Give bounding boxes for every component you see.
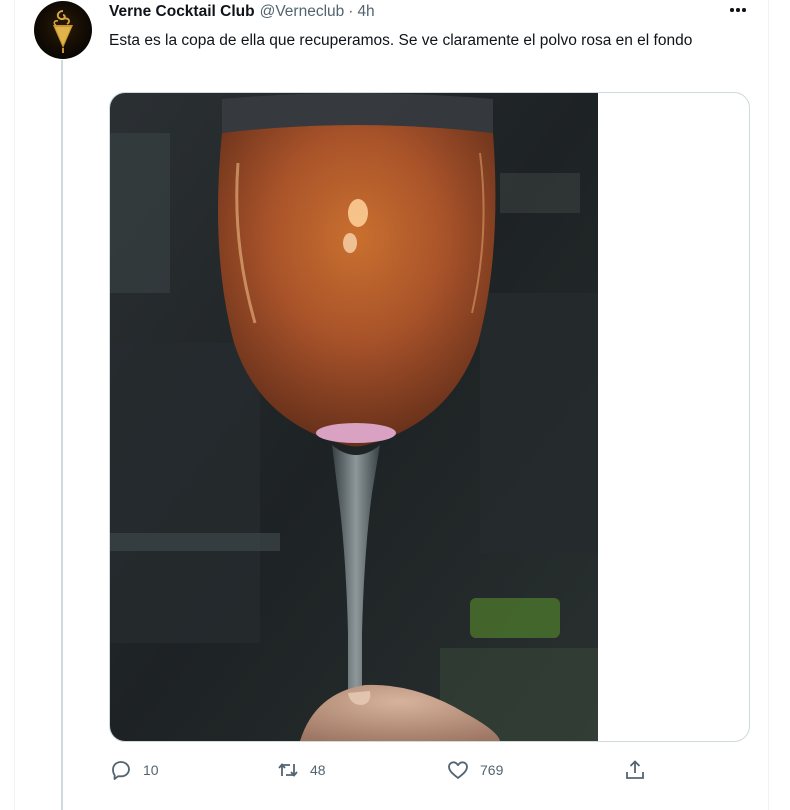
more-dot-icon — [730, 8, 734, 12]
more-options-button[interactable] — [727, 0, 749, 20]
reply-count: 10 — [143, 762, 159, 778]
tweet-photo[interactable] — [110, 93, 598, 741]
tweet-actions: 10 48 769 — [109, 757, 669, 783]
author-display-name[interactable]: Verne Cocktail Club — [109, 3, 255, 21]
avatar[interactable] — [34, 1, 92, 59]
tweet-text: Esta es la copa de ella que recuperamos.… — [109, 32, 693, 49]
reply-icon — [112, 761, 130, 780]
heart-icon — [448, 761, 468, 779]
tweet-media[interactable] — [109, 92, 750, 742]
retweet-button[interactable]: 48 — [276, 757, 326, 783]
retweet-count: 48 — [310, 762, 326, 778]
thread-connector-line — [61, 60, 63, 810]
like-count: 769 — [480, 762, 504, 778]
photo-champagne-glass-image — [110, 93, 598, 741]
verne-cocktail-logo-icon — [53, 10, 73, 53]
reply-button[interactable]: 10 — [109, 757, 159, 783]
retweet-icon — [278, 763, 298, 777]
author-handle[interactable]: @Verneclub — [260, 3, 345, 21]
tweet-header: Verne Cocktail Club @Verneclub · 4h — [109, 2, 375, 22]
more-dot-icon — [742, 8, 746, 12]
timeline-column-border-left — [14, 0, 15, 810]
more-dot-icon — [736, 8, 740, 12]
like-button[interactable]: 769 — [446, 757, 503, 783]
share-button[interactable] — [623, 757, 647, 783]
tweet-timestamp[interactable]: 4h — [357, 3, 374, 21]
share-icon — [626, 760, 644, 779]
timeline-column-border-right — [768, 0, 769, 810]
header-separator: · — [348, 3, 354, 20]
